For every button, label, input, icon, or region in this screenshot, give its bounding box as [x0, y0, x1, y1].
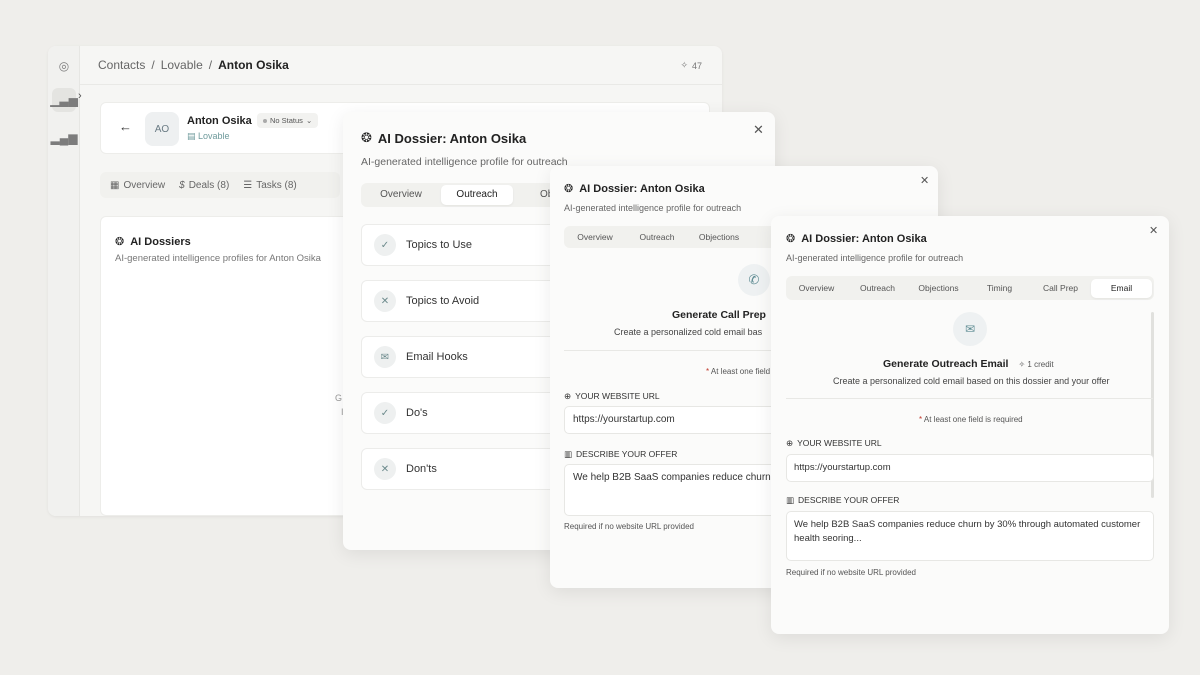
chart-icon[interactable]: ▁▃▅ — [50, 88, 78, 112]
brain-icon: ❂ — [115, 236, 125, 248]
tab-overview[interactable]: ▦ Overview — [110, 180, 165, 191]
credits-value: 47 — [691, 60, 702, 71]
check-circle-icon: ✓ — [374, 234, 396, 256]
status-dropdown[interactable]: No Status ⌄ — [257, 113, 319, 128]
modal-subtitle: AI-generated intelligence profile for ou… — [564, 203, 742, 213]
section-description: Create a personalized cold email bas — [614, 327, 763, 337]
bar-chart-icon[interactable]: ▂▄▆ — [51, 126, 78, 150]
logo-icon[interactable]: ◎ — [52, 54, 76, 78]
contact-company[interactable]: ▤ Lovable — [187, 131, 230, 142]
dollar-icon: $ — [179, 179, 185, 191]
globe-icon: ⊕ — [786, 438, 794, 448]
breadcrumb-current: Anton Osika — [218, 58, 289, 72]
required-note: * At least one field is required — [919, 415, 1023, 424]
ai-dossiers-title: ❂ AI Dossiers — [115, 235, 191, 249]
section-description: Create a personalized cold email based o… — [833, 376, 1110, 386]
website-url-input[interactable]: https://yourstartup.com — [786, 454, 1154, 482]
overview-icon: ▦ — [110, 179, 120, 191]
checklist-icon: ☰ — [243, 179, 253, 191]
sparkle-icon: ✧ — [1018, 359, 1026, 369]
close-icon[interactable]: ✕ — [753, 122, 764, 138]
mail-icon: ✉ — [374, 346, 396, 368]
section-heading: Generate Outreach Email ✧ 1 credit — [883, 358, 1054, 370]
back-arrow-icon[interactable]: ← — [119, 119, 132, 134]
close-icon[interactable]: ✕ — [1149, 224, 1158, 237]
modal-title: ❂ AI Dossier: Anton Osika — [564, 182, 705, 196]
modal-title: ❂ AI Dossier: Anton Osika — [361, 130, 527, 146]
tab-objections[interactable]: Objections — [688, 228, 750, 246]
field-hint: Required if no website URL provided — [564, 522, 694, 531]
avatar: AO — [145, 112, 179, 146]
breadcrumb: Contacts / Lovable / Anton Osika — [98, 58, 289, 72]
side-rail: ◎ ▁▃▅ ▂▄▆ — [48, 46, 80, 516]
tab-overview[interactable]: Overview — [564, 228, 626, 246]
building-icon: ▥ — [564, 449, 573, 459]
offer-textarea[interactable]: We help B2B SaaS companies reduce churn … — [786, 511, 1154, 561]
globe-icon: ⊕ — [564, 391, 572, 401]
check-circle-icon: ✓ — [374, 402, 396, 424]
contact-name: Anton Osika — [187, 115, 252, 127]
credit-badge: ✧ 1 credit — [1018, 359, 1054, 369]
credits-counter: ✧ 47 — [680, 60, 702, 71]
phone-icon: ✆ — [738, 264, 770, 296]
tab-timing[interactable]: Timing — [969, 279, 1030, 298]
building-icon: ▥ — [786, 495, 795, 505]
url-label: ⊕ YOUR WEBSITE URL — [564, 391, 660, 401]
breadcrumb-contacts[interactable]: Contacts — [98, 58, 145, 72]
chevron-right-icon[interactable]: › — [78, 90, 82, 102]
tab-overview[interactable]: Overview — [786, 279, 847, 298]
tab-outreach[interactable]: Outreach — [626, 228, 688, 246]
building-icon: ▤ — [187, 131, 196, 141]
url-label: ⊕ YOUR WEBSITE URL — [786, 438, 882, 448]
status-dot-icon — [263, 118, 267, 123]
mail-icon: ✉ — [953, 312, 987, 346]
x-circle-icon: ✕ — [374, 290, 396, 312]
modal-subtitle: AI-generated intelligence profile for ou… — [361, 156, 568, 168]
tab-outreach[interactable]: Outreach — [847, 279, 908, 298]
brain-icon: ❂ — [786, 233, 796, 245]
contact-tabs: ▦ Overview $ Deals (8) ☰ Tasks (8) — [100, 172, 340, 198]
tab-email[interactable]: Email — [1091, 278, 1152, 298]
tab-outreach[interactable]: Outreach — [441, 185, 513, 205]
dossier-tabs: Overview Outreach Objections Timing Call… — [786, 276, 1154, 300]
chevron-down-icon: ⌄ — [305, 116, 313, 125]
breadcrumb-company[interactable]: Lovable — [161, 58, 203, 72]
text-fragment: G — [335, 393, 343, 403]
section-heading: Generate Call Prep — [672, 309, 766, 321]
close-icon[interactable]: ✕ — [920, 174, 929, 187]
field-hint: Required if no website URL provided — [786, 568, 916, 577]
offer-label: ▥ DESCRIBE YOUR OFFER — [564, 449, 678, 459]
modal-title: ❂ AI Dossier: Anton Osika — [786, 232, 927, 246]
ai-dossiers-subtitle: AI-generated intelligence profiles for A… — [115, 253, 321, 264]
offer-label: ▥ DESCRIBE YOUR OFFER — [786, 495, 900, 505]
dossier-modal-email: ❂ AI Dossier: Anton Osika AI-generated i… — [771, 216, 1169, 634]
tab-call-prep[interactable]: Call Prep — [1030, 279, 1091, 298]
brain-icon: ❂ — [361, 130, 372, 145]
x-circle-icon: ✕ — [374, 458, 396, 480]
tab-overview[interactable]: Overview — [365, 185, 437, 205]
tab-objections[interactable]: Objections — [908, 279, 969, 298]
required-note: * At least one field — [706, 367, 771, 376]
modal-subtitle: AI-generated intelligence profile for ou… — [786, 253, 964, 263]
tab-deals[interactable]: $ Deals (8) — [179, 180, 229, 191]
tab-tasks[interactable]: ☰ Tasks (8) — [243, 180, 296, 191]
sparkle-icon: ✧ — [680, 60, 688, 70]
brain-icon: ❂ — [564, 183, 574, 195]
